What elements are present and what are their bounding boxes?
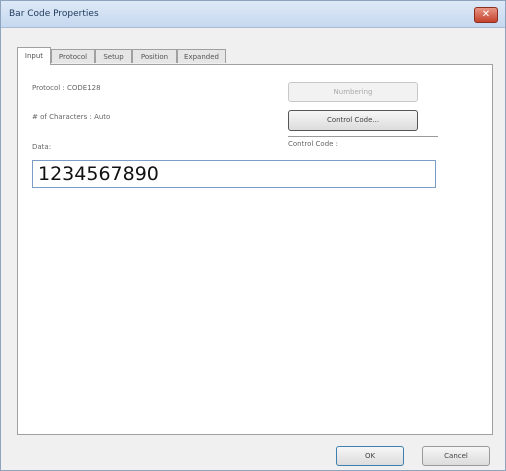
cancel-button[interactable]: Cancel — [422, 446, 490, 466]
numbering-button[interactable]: Numbering — [288, 82, 418, 102]
control-code-button[interactable]: Control Code... — [288, 110, 418, 131]
title-bar: Bar Code Properties ✕ — [1, 1, 505, 28]
tab-protocol[interactable]: Protocol — [51, 49, 95, 63]
characters-label: # of Characters : Auto — [32, 113, 111, 121]
control-code-divider — [288, 136, 438, 137]
close-icon: ✕ — [481, 9, 491, 20]
tab-position[interactable]: Position — [132, 49, 177, 63]
tab-setup[interactable]: Setup — [95, 49, 132, 63]
control-code-label: Control Code : — [288, 140, 339, 148]
data-label: Data: — [32, 143, 52, 151]
ok-button[interactable]: OK — [336, 446, 404, 466]
data-input[interactable]: 1234567890 — [32, 160, 436, 188]
protocol-label: Protocol : CODE128 — [32, 84, 101, 92]
tab-expanded[interactable]: Expanded — [177, 49, 226, 63]
window-title: Bar Code Properties — [9, 9, 99, 19]
tab-input[interactable]: Input — [17, 47, 51, 65]
input-tab-panel: Protocol : CODE128 # of Characters : Aut… — [17, 64, 493, 435]
close-button[interactable]: ✕ — [474, 7, 498, 23]
bar-code-properties-dialog: Bar Code Properties ✕ Input Protocol Set… — [0, 0, 506, 471]
